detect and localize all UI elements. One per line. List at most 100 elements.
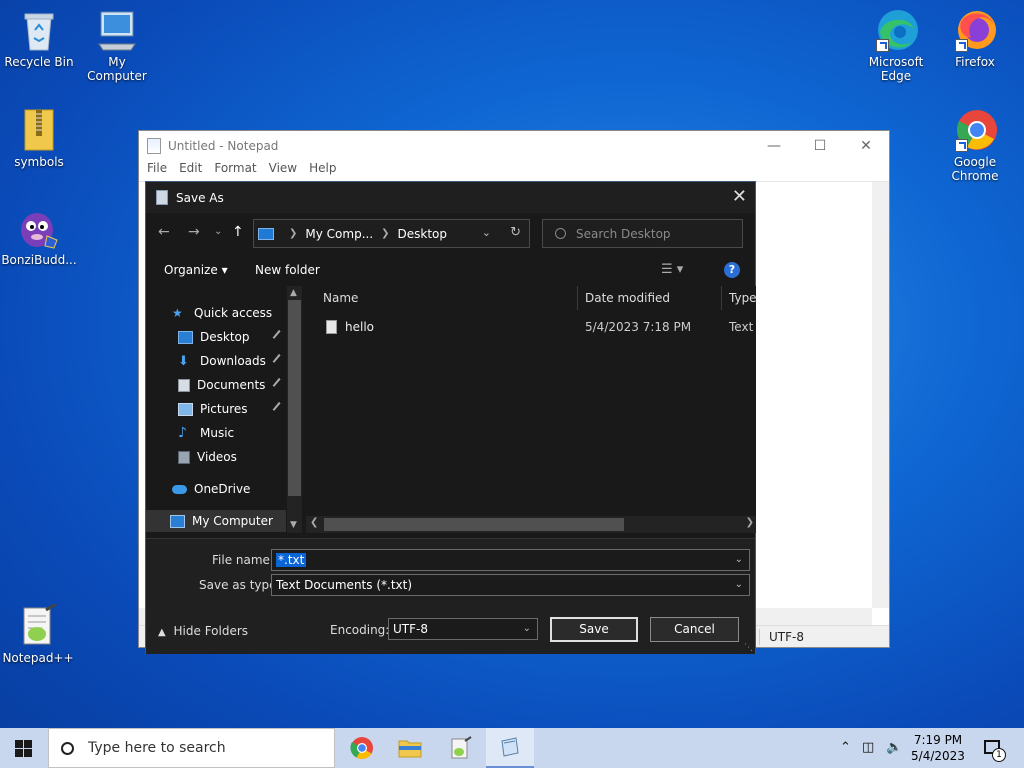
new-folder-button[interactable]: New folder [255, 263, 320, 277]
breadcrumb-my-computer[interactable]: My Comp... [305, 227, 373, 241]
taskbar-file-explorer[interactable] [386, 728, 434, 768]
column-header-date-modified[interactable]: Date modified [578, 286, 722, 310]
taskbar-search-placeholder: Type here to search [88, 740, 226, 756]
cancel-button[interactable]: Cancel [650, 617, 739, 642]
refresh-icon[interactable]: ↻ [510, 225, 521, 240]
desktop-folder-icon [178, 330, 193, 344]
resize-grip-icon[interactable]: ⋱ [744, 643, 753, 653]
desktop-icon-label: Firefox [955, 55, 995, 69]
file-date: 5/4/2023 7:18 PM [585, 320, 692, 334]
downloads-icon: ⬇ [178, 353, 189, 369]
dialog-close-icon[interactable]: ✕ [732, 188, 747, 206]
zip-folder-icon [17, 108, 61, 152]
menu-format[interactable]: Format [214, 161, 256, 181]
desktop-icon-recycle-bin[interactable]: Recycle Bin [1, 8, 77, 69]
desktop-icon-label: Edge [880, 69, 912, 83]
nav-item-desktop[interactable]: Desktop [178, 326, 286, 348]
scroll-up-chevron-icon[interactable]: ▲ [290, 288, 297, 298]
breadcrumb-desktop[interactable]: Desktop [398, 227, 448, 241]
nav-item-pictures[interactable]: Pictures [178, 398, 286, 420]
desktop-icon-chrome[interactable]: Google Chrome [937, 108, 1013, 183]
help-icon[interactable]: ? [724, 262, 740, 278]
chevron-down-icon[interactable]: ⌄ [735, 575, 743, 595]
maximize-button[interactable]: ☐ [797, 131, 843, 161]
scroll-down-chevron-icon[interactable]: ▼ [290, 520, 297, 530]
scroll-right-chevron-icon[interactable]: ❯ [746, 517, 754, 528]
close-button[interactable]: ✕ [843, 131, 889, 161]
recent-locations-chevron-icon[interactable]: ⌄ [214, 226, 222, 237]
taskbar-chrome[interactable] [338, 728, 386, 768]
pin-icon [272, 353, 285, 367]
desktop-icon-label: symbols [14, 155, 64, 169]
desktop-icon-notepad-plus-plus[interactable]: Notepad++ [0, 602, 76, 665]
menu-edit[interactable]: Edit [179, 161, 202, 181]
taskbar-notepad[interactable] [486, 728, 534, 768]
cloud-icon [172, 484, 187, 494]
folder-icon [398, 740, 422, 758]
dialog-title-bar[interactable]: Save As [146, 182, 755, 213]
save-as-type-select[interactable]: Text Documents (*.txt) ⌄ [271, 574, 750, 596]
desktop-icon-symbols[interactable]: symbols [1, 108, 77, 169]
hide-folders-button[interactable]: ▲ Hide Folders [158, 624, 248, 638]
chevron-down-icon[interactable]: ⌄ [523, 619, 531, 639]
notepad-vertical-scrollbar[interactable] [872, 182, 889, 608]
nav-item-downloads[interactable]: ⬇ Downloads [178, 350, 286, 372]
chevron-down-icon[interactable]: ⌄ [735, 550, 743, 570]
encoding-select[interactable]: UTF-8 ⌄ [388, 618, 538, 640]
notepad-icon [156, 190, 168, 205]
nav-item-documents[interactable]: Documents [178, 374, 286, 396]
search-placeholder: Search Desktop [576, 226, 671, 241]
save-as-type-label: Save as type: [199, 578, 281, 592]
column-header-name[interactable]: Name [316, 286, 578, 310]
desktop-icon-firefox[interactable]: Firefox [937, 8, 1013, 69]
notepad-icon [501, 737, 519, 757]
computer-icon [95, 8, 139, 52]
status-encoding: UTF-8 [769, 630, 804, 644]
nav-pane-scroll-thumb[interactable] [288, 300, 301, 496]
taskbar-search-box[interactable]: Type here to search [48, 728, 335, 768]
chrome-icon [953, 108, 997, 152]
address-dropdown-chevron-icon[interactable]: ⌄ [482, 226, 491, 239]
minimize-button[interactable]: — [751, 131, 797, 161]
up-arrow-icon[interactable]: ↑ [232, 224, 244, 240]
show-hidden-icons-chevron[interactable]: ⌃ [840, 740, 851, 755]
taskbar-notepad-plus-plus[interactable] [436, 728, 484, 768]
dialog-bottom-area: File name: *.txt ⌄ Save as type: Text Do… [146, 538, 755, 654]
text-file-icon [326, 320, 337, 334]
back-arrow-icon[interactable]: ← [158, 224, 170, 240]
navigation-pane: ★ Quick access Desktop ⬇ Downloads Docum… [146, 286, 303, 533]
desktop-icon-label: My Computer [87, 55, 147, 83]
address-bar[interactable]: ❯ My Comp... ❯ Desktop ⌄ ↻ [253, 219, 530, 248]
file-list-horizontal-scrollbar[interactable]: ❮ ❯ [306, 516, 756, 533]
file-list-scroll-thumb[interactable] [324, 518, 624, 531]
scroll-left-chevron-icon[interactable]: ❮ [310, 517, 318, 528]
menu-help[interactable]: Help [309, 161, 336, 181]
organize-button[interactable]: Organize ▾ [164, 263, 228, 277]
column-header-type[interactable]: Type [722, 286, 756, 310]
file-name-input[interactable]: *.txt ⌄ [271, 549, 750, 571]
notepad-icon [147, 138, 161, 154]
search-box[interactable]: Search Desktop [542, 219, 743, 248]
menu-file[interactable]: File [147, 161, 167, 181]
desktop-icon-my-computer[interactable]: My Computer [79, 8, 155, 83]
taskbar: Type here to search ⌃ ◫ 🔈 7:19 PM 5/4/20… [0, 728, 1024, 768]
menu-view[interactable]: View [269, 161, 297, 181]
file-name-label: File name: [212, 553, 274, 567]
notepad-menu-bar: File Edit Format View Help [139, 161, 889, 181]
save-button[interactable]: Save [550, 617, 638, 642]
view-options-icon[interactable]: ☰ ▾ [661, 262, 683, 277]
clock[interactable]: 7:19 PM 5/4/2023 [900, 732, 976, 764]
windows-start-icon[interactable] [15, 740, 32, 757]
forward-arrow-icon[interactable]: → [188, 224, 200, 240]
desktop-icon-label: Microsoft [868, 55, 924, 69]
dialog-title: Save As [176, 190, 224, 205]
network-icon[interactable]: ◫ [862, 740, 874, 755]
desktop-icon-edge[interactable]: Microsoft Edge [858, 8, 934, 83]
desktop-icon-bonzibuddy[interactable]: BonziBudd... [1, 206, 77, 267]
file-row[interactable]: hello 5/4/2023 7:18 PM Text D [306, 316, 756, 338]
nav-item-videos[interactable]: Videos [178, 446, 286, 468]
shortcut-arrow-icon [955, 39, 968, 52]
encoding-value: UTF-8 [393, 622, 428, 636]
search-icon [555, 228, 566, 239]
nav-item-music[interactable]: ♪ Music [178, 422, 286, 444]
